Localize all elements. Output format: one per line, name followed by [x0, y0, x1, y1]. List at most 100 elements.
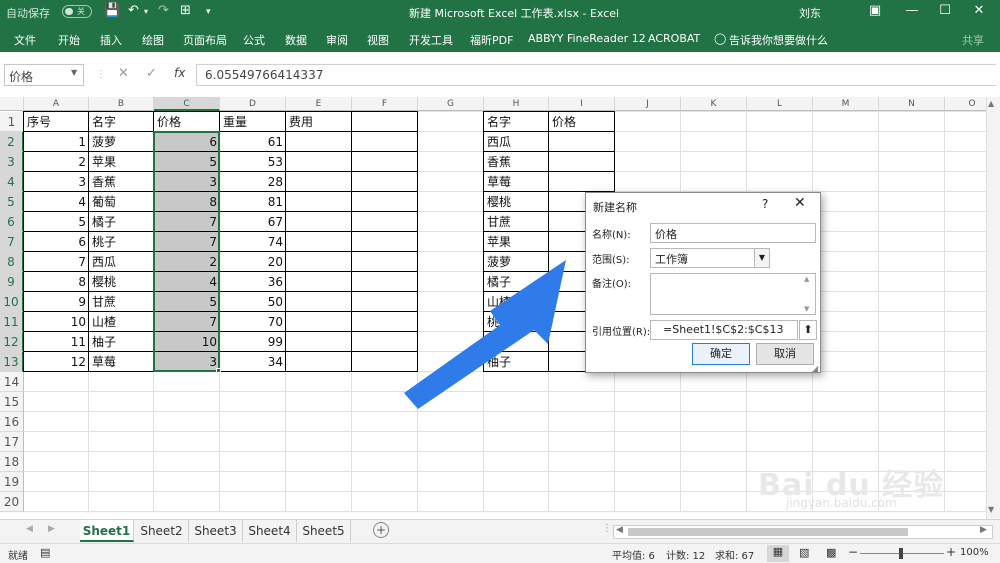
table-cell[interactable]: 1 [24, 132, 89, 152]
table-cell[interactable]: 7 [24, 252, 89, 272]
zoom-level[interactable]: 100% [960, 547, 989, 558]
sheet-tab-sheet2[interactable]: Sheet2 [135, 520, 189, 542]
name-box-dropdown-icon[interactable]: ▼ [71, 68, 77, 77]
column-header-n[interactable]: N [879, 97, 945, 111]
table-cell[interactable]: 74 [220, 232, 286, 252]
row-header-2[interactable]: 2 [0, 132, 24, 152]
status-sum[interactable]: 求和: 67 [715, 547, 754, 562]
column-header-f[interactable]: F [352, 97, 418, 111]
select-all-corner[interactable] [0, 97, 24, 111]
column-header-c[interactable]: C [154, 97, 220, 111]
table-cell[interactable]: 西瓜 [89, 252, 154, 272]
sheet-tab-sheet3[interactable]: Sheet3 [189, 520, 243, 542]
row-header-18[interactable]: 18 [0, 452, 24, 472]
dialog-close-button[interactable]: ✕ [794, 195, 806, 211]
tab-review[interactable]: 审阅 [326, 32, 348, 48]
table2-cell[interactable]: 草莓 [484, 172, 549, 192]
row-header-7[interactable]: 7 [0, 232, 24, 252]
row-header-10[interactable]: 10 [0, 292, 24, 312]
table2-cell[interactable]: 西瓜 [484, 132, 549, 152]
autosave-toggle[interactable]: 关 [62, 5, 92, 18]
table2-cell[interactable]: 橘子 [484, 272, 549, 292]
table-cell[interactable]: 53 [220, 152, 286, 172]
table-header-cell[interactable]: 价格 [154, 112, 220, 132]
formula-input[interactable]: 6.05549766414337 [196, 64, 996, 86]
table-cell[interactable]: 20 [220, 252, 286, 272]
undo-dropdown-icon[interactable]: ▾ [144, 7, 148, 16]
table-cell[interactable]: 8 [24, 272, 89, 292]
table2-cell[interactable]: 葡萄 [484, 332, 549, 352]
table-header-cell[interactable]: 名字 [89, 112, 154, 132]
table-cell[interactable] [286, 132, 352, 152]
table-cell[interactable]: 樱桃 [89, 272, 154, 292]
table-header-cell[interactable]: 序号 [24, 112, 89, 132]
table-cell[interactable]: 34 [220, 352, 286, 372]
tab-data[interactable]: 数据 [285, 32, 307, 48]
customize-toolbar-icon[interactable]: ▾ [206, 7, 211, 17]
tab-abbyy[interactable]: ABBYY FineReader 12 [528, 32, 646, 45]
table-cell[interactable]: 36 [220, 272, 286, 292]
redo-icon[interactable]: ↷ [158, 3, 169, 18]
confirm-entry-icon[interactable]: ✓ [146, 66, 157, 81]
name-input[interactable]: 价格 [650, 223, 816, 243]
row-header-3[interactable]: 3 [0, 152, 24, 172]
tab-developer[interactable]: 开发工具 [409, 32, 453, 48]
column-header-b[interactable]: B [89, 97, 154, 111]
table-cell[interactable] [286, 212, 352, 232]
quick-access-icon[interactable]: ⊞ [180, 3, 191, 18]
table-cell[interactable]: 3 [24, 172, 89, 192]
column-header-g[interactable]: G [418, 97, 484, 111]
table-cell[interactable]: 10 [24, 312, 89, 332]
reference-input[interactable]: =Sheet1!$C$2:$C$13 [650, 320, 798, 340]
table-cell[interactable]: 61 [220, 132, 286, 152]
column-header-m[interactable]: M [813, 97, 879, 111]
row-header-14[interactable]: 14 [0, 372, 24, 392]
row-header-11[interactable]: 11 [0, 312, 24, 332]
table2-header-cell[interactable]: 价格 [549, 112, 615, 132]
scroll-up-icon[interactable]: ▲ [988, 99, 994, 108]
table2-cell[interactable]: 柚子 [484, 352, 549, 372]
scope-dropdown-icon[interactable]: ▼ [754, 248, 770, 268]
column-header-l[interactable]: L [747, 97, 813, 111]
table-header-cell[interactable]: 费用 [286, 112, 352, 132]
tab-formulas[interactable]: 公式 [243, 32, 265, 48]
cancel-button[interactable]: 取消 [756, 343, 814, 365]
fill-handle[interactable] [216, 368, 221, 373]
row-header-1[interactable]: 1 [0, 112, 24, 132]
table-cell[interactable] [286, 252, 352, 272]
collapse-dialog-icon[interactable]: ⬆ [799, 320, 817, 340]
close-icon[interactable]: ✕ [962, 0, 996, 24]
zoom-slider-thumb[interactable] [899, 548, 903, 559]
status-average[interactable]: 平均值: 6 [612, 547, 655, 562]
tab-acrobat[interactable]: ACROBAT [648, 32, 700, 45]
page-layout-view-icon[interactable]: ▧ [799, 546, 809, 559]
sheet-tab-sheet1[interactable]: Sheet1 [80, 520, 134, 542]
table-cell[interactable]: 菠萝 [89, 132, 154, 152]
worksheet-grid[interactable]: A B C D E F G H I J K L M N O 1 2 3 4 5 6 7 8 9 10 11 12 13 14 15 16 17… [0, 97, 1000, 519]
table-cell[interactable]: 草莓 [89, 352, 154, 372]
user-name[interactable]: 刘东 [799, 5, 821, 21]
table-cell[interactable] [286, 232, 352, 252]
zoom-in-icon[interactable]: + [946, 545, 956, 559]
tab-insert[interactable]: 插入 [100, 32, 122, 48]
table2-cell[interactable]: 苹果 [484, 232, 549, 252]
table-cell[interactable]: 6 [24, 232, 89, 252]
sheet-tab-sheet4[interactable]: Sheet4 [243, 520, 297, 542]
table-cell[interactable] [286, 352, 352, 372]
table-cell[interactable]: 柚子 [89, 332, 154, 352]
scroll-tabs-left-icon[interactable]: ◀ [26, 524, 33, 534]
table-cell[interactable] [286, 292, 352, 312]
row-header-13[interactable]: 13 [0, 352, 24, 372]
table-cell[interactable]: 28 [220, 172, 286, 192]
save-icon[interactable]: 💾 [104, 3, 120, 18]
column-header-e[interactable]: E [286, 97, 352, 111]
row-header-20[interactable]: 20 [0, 492, 24, 512]
horizontal-scrollbar[interactable]: ◀ ▶ [613, 525, 993, 539]
table-cell[interactable]: 4 [24, 192, 89, 212]
table2-cell[interactable]: 甘蔗 [484, 212, 549, 232]
column-header-a[interactable]: A [24, 97, 89, 111]
table2-cell[interactable]: 樱桃 [484, 192, 549, 212]
page-break-view-icon[interactable]: ▩ [826, 546, 836, 559]
table2-header-cell[interactable]: 名字 [484, 112, 549, 132]
tab-foxit-pdf[interactable]: 福昕PDF [470, 32, 513, 48]
